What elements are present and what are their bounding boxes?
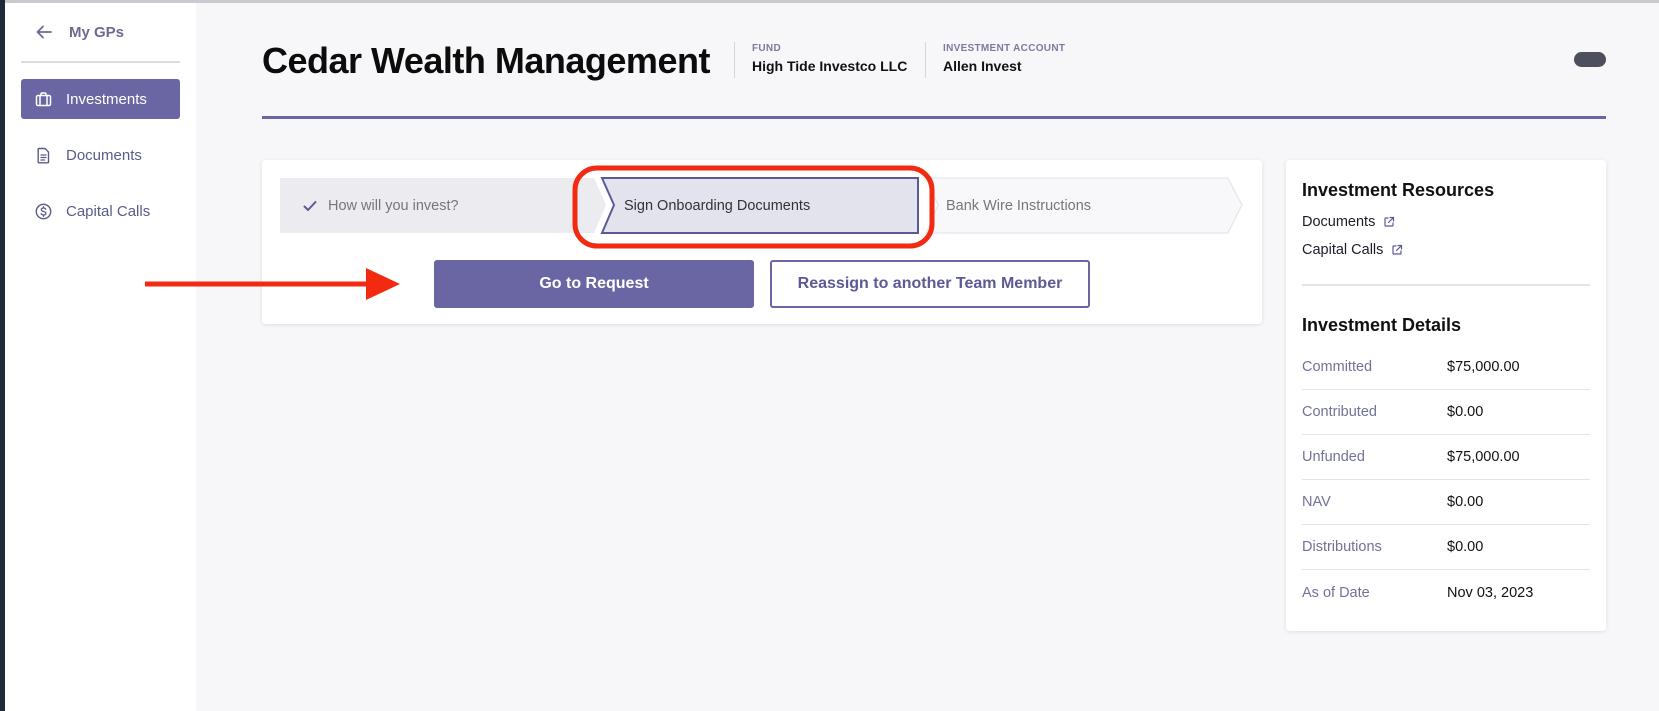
detail-value: $0.00 bbox=[1447, 404, 1484, 420]
step-label-how-will-you-invest: How will you invest? bbox=[328, 198, 459, 214]
detail-label: As of Date bbox=[1302, 584, 1370, 601]
resource-link-label: Capital Calls bbox=[1302, 242, 1384, 258]
go-to-request-button[interactable]: Go to Request bbox=[434, 260, 754, 308]
detail-value: $0.00 bbox=[1447, 539, 1484, 555]
resource-link-label: Documents bbox=[1302, 214, 1376, 230]
detail-row-unfunded: Unfunded $75,000.00 bbox=[1302, 435, 1590, 480]
investment-side-panel: Investment Resources Documents Capital C… bbox=[1286, 160, 1606, 631]
details-title: Investment Details bbox=[1302, 315, 1462, 335]
resource-link-capital-calls[interactable]: Capital Calls bbox=[1302, 242, 1403, 258]
detail-row-nav: NAV $0.00 bbox=[1302, 480, 1590, 525]
detail-label: NAV bbox=[1302, 494, 1331, 510]
external-link-icon bbox=[1392, 244, 1403, 255]
detail-label: Committed bbox=[1302, 359, 1373, 375]
detail-row-committed: Committed $75,000.00 bbox=[1302, 345, 1590, 390]
detail-label: Contributed bbox=[1302, 404, 1377, 420]
step-label-bank-wire-instructions: Bank Wire Instructions bbox=[946, 198, 1092, 214]
step-label-sign-onboarding-documents: Sign Onboarding Documents bbox=[624, 198, 811, 214]
detail-row-distributions: Distributions $0.00 bbox=[1302, 525, 1590, 570]
detail-label: Unfunded bbox=[1302, 449, 1365, 465]
detail-value: Nov 03, 2023 bbox=[1447, 584, 1534, 601]
detail-row-contributed: Contributed $0.00 bbox=[1302, 390, 1590, 435]
reassign-team-member-button[interactable]: Reassign to another Team Member bbox=[770, 260, 1090, 308]
resource-link-documents[interactable]: Documents bbox=[1302, 214, 1395, 230]
detail-label: Distributions bbox=[1302, 539, 1382, 555]
check-icon bbox=[303, 201, 317, 211]
detail-value: $75,000.00 bbox=[1447, 359, 1520, 375]
resources-title: Investment Resources bbox=[1302, 180, 1495, 200]
card-divider bbox=[1302, 284, 1590, 286]
detail-value: $75,000.00 bbox=[1447, 449, 1520, 465]
detail-value: $0.00 bbox=[1447, 494, 1484, 510]
investment-details-table: Committed $75,000.00 Contributed $0.00 U… bbox=[1302, 345, 1590, 615]
detail-row-as-of-date: As of Date Nov 03, 2023 bbox=[1302, 570, 1590, 615]
external-link-icon bbox=[1384, 216, 1395, 227]
